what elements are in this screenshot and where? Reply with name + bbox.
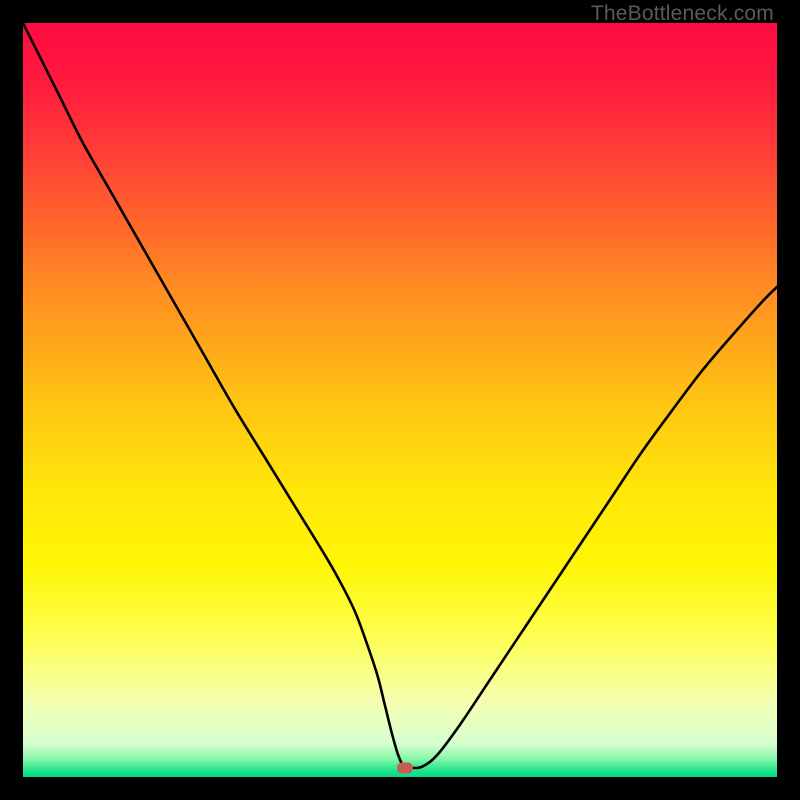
optimal-point-marker — [397, 762, 413, 773]
watermark-text: TheBottleneck.com — [591, 2, 774, 26]
chart-svg — [23, 23, 777, 777]
plot-area — [23, 23, 777, 777]
gradient-background — [23, 23, 777, 777]
chart-frame: TheBottleneck.com — [0, 0, 800, 800]
